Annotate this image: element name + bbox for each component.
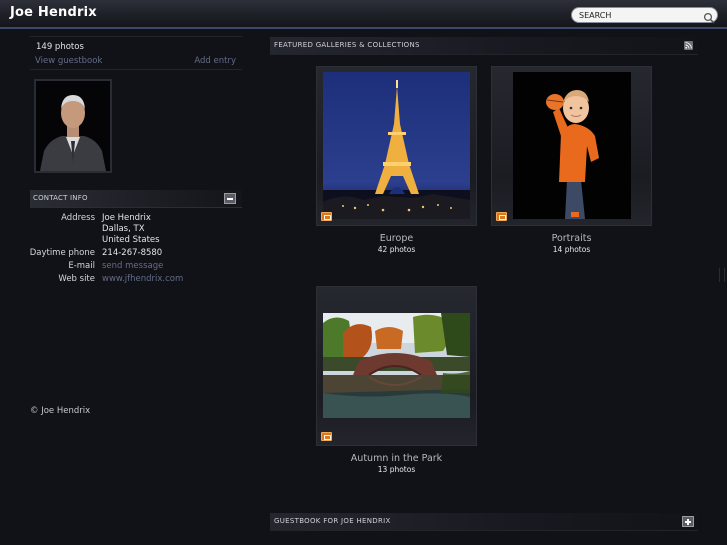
send-message-link[interactable]: send message — [102, 261, 163, 271]
website-row: Web site www.jfhendrix.com — [30, 274, 242, 287]
address-line-2: Dallas, TX — [102, 224, 145, 234]
profile-stats: 149 photos View guestbook Add entry — [30, 36, 242, 70]
address-line-3: United States — [102, 235, 160, 245]
email-label: E-mail — [68, 261, 95, 271]
website-label: Web site — [58, 274, 95, 284]
address-value: Joe Hendrix Dallas, TX United States — [102, 213, 160, 246]
email-row: E-mail send message — [30, 261, 242, 274]
gallery-icon — [321, 212, 332, 221]
site-title[interactable]: Joe Hendrix — [10, 5, 97, 20]
contact-info-header: CONTACT INFO — [30, 190, 242, 208]
minus-icon[interactable] — [224, 193, 236, 204]
site-header: Joe Hendrix — [0, 0, 727, 29]
contact-info-title: CONTACT INFO — [33, 194, 88, 202]
gallery-photo-count: 42 photos — [377, 245, 416, 254]
gallery-card-autumn-in-the-park[interactable] — [316, 286, 477, 446]
gallery-icon — [321, 432, 332, 441]
view-guestbook-link[interactable]: View guestbook — [35, 56, 102, 66]
gallery-icon — [496, 212, 507, 221]
search-input[interactable] — [579, 9, 699, 21]
featured-galleries-title: FEATURED GALLERIES & COLLECTIONS — [274, 41, 420, 49]
address-row: Address Joe Hendrix Dallas, TX United St… — [30, 213, 242, 248]
gallery-thumbnail[interactable] — [513, 72, 631, 219]
gallery-name[interactable]: Autumn in the Park — [316, 453, 477, 464]
phone-value: 214-267-8580 — [102, 248, 163, 258]
gallery-photo-count: 13 photos — [377, 465, 416, 474]
phone-row: Daytime phone 214-267-8580 — [30, 248, 242, 261]
address-label: Address — [61, 213, 95, 223]
plus-icon[interactable] — [682, 516, 694, 527]
scrollbar-grip[interactable] — [719, 268, 725, 282]
gallery-name[interactable]: Portraits — [491, 233, 652, 244]
website-link[interactable]: www.jfhendrix.com — [102, 274, 183, 284]
guestbook-header: GUESTBOOK FOR JOE HENDRIX — [270, 513, 698, 531]
rss-icon[interactable] — [684, 41, 693, 50]
gallery-thumbnail[interactable] — [323, 313, 470, 418]
search-box[interactable] — [571, 7, 718, 24]
add-entry-link[interactable]: Add entry — [194, 56, 236, 66]
copyright: © Joe Hendrix — [30, 406, 91, 416]
photo-count: 149 photos — [36, 42, 84, 52]
phone-label: Daytime phone — [29, 248, 95, 258]
gallery-card-europe[interactable] — [316, 66, 477, 226]
avatar[interactable] — [34, 79, 112, 173]
address-line-1: Joe Hendrix — [102, 213, 151, 223]
guestbook-title: GUESTBOOK FOR JOE HENDRIX — [274, 517, 391, 525]
gallery-name[interactable]: Europe — [316, 233, 477, 244]
search-icon[interactable] — [703, 9, 715, 28]
gallery-card-portraits[interactable] — [491, 66, 652, 226]
featured-galleries-header: FEATURED GALLERIES & COLLECTIONS — [270, 37, 698, 55]
contact-details: Address Joe Hendrix Dallas, TX United St… — [30, 213, 242, 287]
gallery-photo-count: 14 photos — [552, 245, 591, 254]
gallery-thumbnail[interactable] — [323, 72, 470, 219]
